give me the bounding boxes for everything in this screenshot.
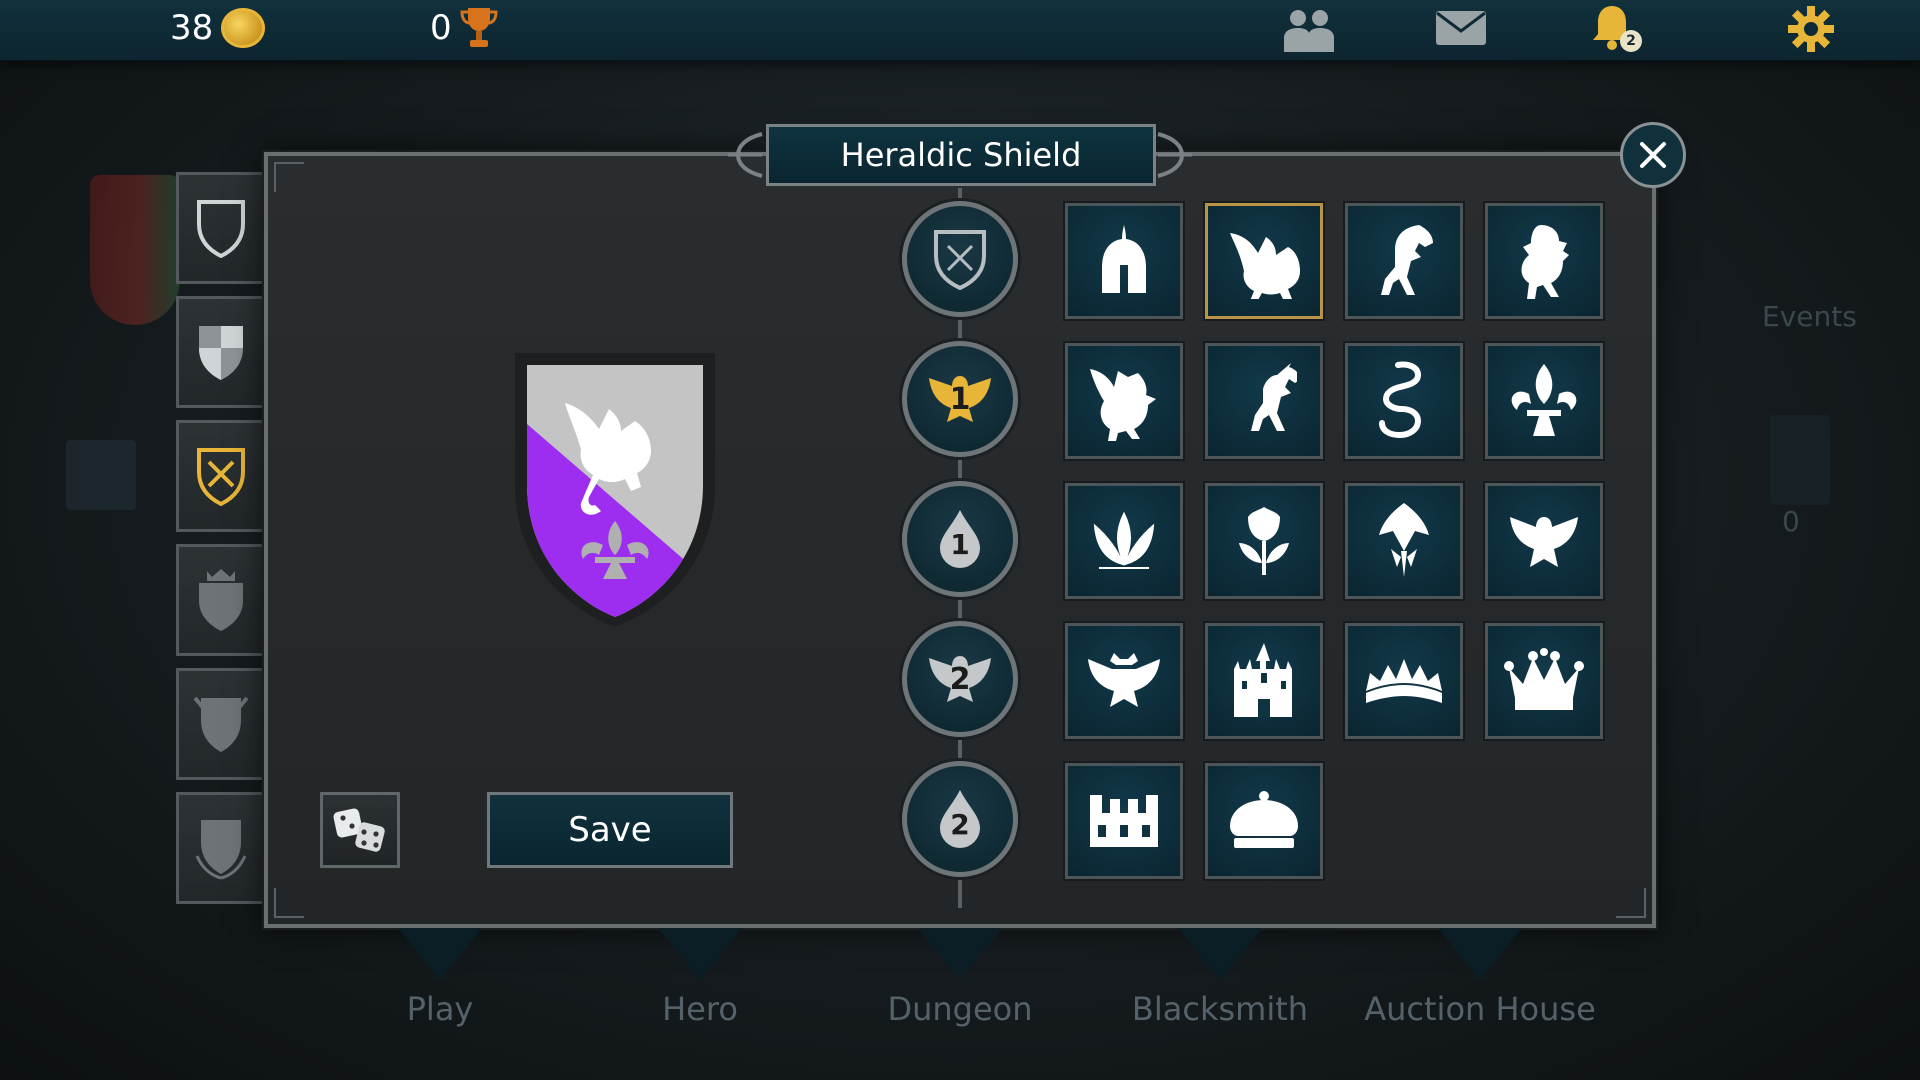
emblem-lion-rampant[interactable] xyxy=(1485,203,1603,319)
banner-ornament-right xyxy=(1157,132,1192,178)
crowned-shield-icon xyxy=(198,569,243,631)
mail-icon[interactable] xyxy=(1435,10,1487,46)
background-tile xyxy=(1770,415,1830,505)
royal-crown-icon xyxy=(1504,648,1584,710)
nav-pointer xyxy=(1438,928,1522,980)
bottom-nav: Play Hero Dungeon Blacksmith Auction Hou… xyxy=(0,990,1920,1060)
category-charge-2[interactable]: 2 xyxy=(902,621,1018,737)
nav-pointer xyxy=(658,928,742,980)
imperial-crown-icon xyxy=(1230,791,1298,848)
tulip-icon xyxy=(1239,507,1289,575)
dragon-icon xyxy=(1230,233,1300,299)
close-button[interactable] xyxy=(1620,122,1686,188)
nav-pointer xyxy=(1178,928,1262,980)
category-charge-1[interactable]: 1 xyxy=(902,341,1018,457)
serpent-icon xyxy=(1379,361,1422,439)
dialog-title: Heraldic Shield xyxy=(766,124,1156,186)
trophy-counter: 0 xyxy=(430,0,498,56)
dice-icon xyxy=(333,808,385,852)
emblem-griffin[interactable] xyxy=(1065,343,1183,459)
emblem-lily-flower[interactable] xyxy=(1345,483,1463,599)
coin-counter: 38 xyxy=(170,0,266,56)
nav-blacksmith[interactable]: Blacksmith xyxy=(1132,990,1308,1028)
background-events-label: Events xyxy=(1762,300,1857,333)
coin-icon xyxy=(221,8,266,48)
emblem-royal-crown[interactable] xyxy=(1485,623,1603,739)
emblem-lily-leaves[interactable] xyxy=(1065,483,1183,599)
top-bar: 38 0 2 xyxy=(0,0,1920,61)
randomize-button[interactable] xyxy=(320,792,400,868)
shield-tab-wreathed[interactable] xyxy=(176,792,262,904)
shield-tab-quartered[interactable] xyxy=(176,296,262,408)
nav-play[interactable]: Play xyxy=(407,990,474,1028)
friends-icon[interactable] xyxy=(1280,8,1338,52)
emblem-double-eagle[interactable] xyxy=(1065,623,1183,739)
shield-tab-crossed-swords[interactable] xyxy=(176,420,262,532)
background-tile xyxy=(66,440,136,510)
corner-ornament xyxy=(274,888,304,918)
lily-flower-icon xyxy=(1379,503,1429,577)
close-icon xyxy=(1640,142,1666,168)
lion-rampant-icon xyxy=(1521,225,1569,299)
eagle-icon xyxy=(1510,517,1578,567)
trophy-count: 0 xyxy=(430,8,452,48)
mural-crown-icon xyxy=(1090,795,1158,847)
corner-ornament xyxy=(274,162,304,192)
trophy-icon xyxy=(460,8,498,47)
emblem-serpent[interactable] xyxy=(1345,343,1463,459)
plain-shield-icon xyxy=(196,200,245,258)
background-zero-label: 0 xyxy=(1782,505,1800,538)
emblem-ducal-crown[interactable] xyxy=(1345,623,1463,739)
corner-ornament xyxy=(1616,888,1646,918)
lily-leaves-icon xyxy=(1093,511,1155,569)
category-number: 1 xyxy=(950,528,970,561)
nav-dungeon[interactable]: Dungeon xyxy=(887,990,1032,1028)
notification-badge: 2 xyxy=(1620,30,1642,52)
nav-pointer xyxy=(918,928,1002,980)
shield-shape-icon xyxy=(934,230,986,290)
nav-hero[interactable]: Hero xyxy=(662,990,738,1028)
unicorn-icon xyxy=(1251,363,1297,431)
nav-pointer xyxy=(398,928,482,980)
fleur-de-lis-icon xyxy=(1511,364,1577,436)
nav-auction-house[interactable]: Auction House xyxy=(1364,990,1596,1028)
shield-tab-plain[interactable] xyxy=(176,172,262,284)
banner-ornament-left xyxy=(728,132,763,178)
category-number: 1 xyxy=(949,381,971,417)
emblem-mural-crown[interactable] xyxy=(1065,763,1183,879)
gear-icon[interactable] xyxy=(1788,6,1834,52)
emblem-tulip[interactable] xyxy=(1205,483,1323,599)
ducal-crown-icon xyxy=(1366,659,1442,703)
shield-tab-winged[interactable] xyxy=(176,668,262,780)
coin-count: 38 xyxy=(170,8,214,48)
castle-icon xyxy=(1234,643,1292,717)
emblem-dragon[interactable] xyxy=(1205,203,1323,319)
shield-preview xyxy=(515,353,715,627)
double-eagle-icon xyxy=(1088,653,1160,707)
category-number: 2 xyxy=(949,661,971,697)
background-shield-decoration xyxy=(90,175,180,325)
category-number: 2 xyxy=(950,808,970,841)
emblem-horse-rampant[interactable] xyxy=(1345,203,1463,319)
category-tincture-2[interactable]: 2 xyxy=(902,761,1018,877)
emblem-unicorn[interactable] xyxy=(1205,343,1323,459)
winged-shield-icon xyxy=(192,696,249,752)
crossed-swords-shield-icon xyxy=(196,448,245,506)
emblem-fleur-de-lis[interactable] xyxy=(1485,343,1603,459)
emblem-imperial-crown[interactable] xyxy=(1205,763,1323,879)
wreathed-shield-icon xyxy=(195,820,246,880)
emblem-helmet[interactable] xyxy=(1065,203,1183,319)
shield-tab-crowned[interactable] xyxy=(176,544,262,656)
horse-rampant-icon xyxy=(1381,225,1433,295)
griffin-icon xyxy=(1090,369,1156,441)
helmet-icon xyxy=(1102,225,1146,293)
quartered-shield-icon xyxy=(198,326,243,380)
category-tincture-1[interactable]: 1 xyxy=(902,481,1018,597)
category-shield-shape[interactable] xyxy=(902,201,1018,317)
emblem-castle[interactable] xyxy=(1205,623,1323,739)
emblem-eagle[interactable] xyxy=(1485,483,1603,599)
save-button[interactable]: Save xyxy=(487,792,733,868)
